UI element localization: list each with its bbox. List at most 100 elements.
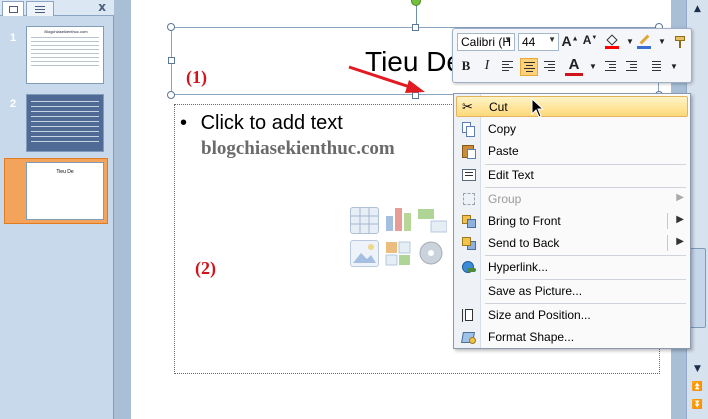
slide-thumbnail-3: Tieu De: [26, 162, 104, 220]
clipart-icon[interactable]: [384, 240, 413, 267]
chevron-down-icon[interactable]: ▼: [665, 58, 683, 76]
split-divider: [667, 235, 668, 251]
body-placeholder-text[interactable]: • Click to add text: [180, 112, 343, 135]
chevron-down-icon: ▼: [548, 35, 556, 44]
align-right-button[interactable]: [541, 58, 559, 76]
slide-number-1: 1: [10, 32, 17, 44]
resize-handle[interactable]: [412, 24, 419, 31]
align-center-icon: [524, 62, 535, 74]
font-size-value: 44: [522, 35, 536, 49]
rotation-handle[interactable]: [411, 0, 421, 6]
scissors-icon: ✂: [462, 100, 473, 115]
slide-number-2: 2: [10, 98, 17, 110]
fill-color-button[interactable]: [603, 33, 621, 51]
increase-indent-button[interactable]: [623, 58, 641, 76]
format-shape-icon: [461, 330, 477, 345]
submenu-arrow-icon[interactable]: ▶: [676, 214, 684, 225]
pencil-icon: [637, 34, 651, 49]
annotation-label-1: (1): [186, 67, 207, 87]
menu-separator: [485, 187, 686, 188]
next-slide-button[interactable]: ⏬: [689, 398, 706, 412]
submenu-arrow-icon: ▶: [676, 192, 684, 203]
menu-item-copy[interactable]: Copy: [456, 119, 688, 140]
submenu-arrow-icon[interactable]: ▶: [676, 236, 684, 247]
increase-indent-icon: [626, 61, 637, 73]
pane-tabs: x: [0, 0, 114, 16]
menu-item-paste[interactable]: Paste: [456, 141, 688, 162]
edit-text-icon: [461, 168, 477, 183]
bold-button[interactable]: B: [457, 58, 475, 76]
grow-font-button[interactable]: A▲: [561, 33, 579, 51]
slide-thumbnail-title: Tieu De: [56, 169, 74, 175]
line-color-button[interactable]: [635, 33, 653, 51]
size-position-icon: [461, 308, 477, 323]
menu-item-hyperlink[interactable]: Hyperlink...: [456, 257, 688, 278]
align-left-button[interactable]: [499, 58, 517, 76]
chevron-down-icon[interactable]: ▼: [653, 33, 671, 51]
shrink-font-button[interactable]: A▼: [581, 33, 599, 51]
group-icon: [461, 192, 477, 207]
paint-bucket-icon: [605, 34, 619, 49]
align-center-button[interactable]: [520, 58, 538, 76]
bring-front-icon: [461, 214, 477, 229]
slide-thumbnail-title: Blogchiasekienthuc.com: [44, 29, 88, 34]
format-painter-icon[interactable]: [671, 33, 689, 51]
bullets-button[interactable]: [646, 58, 664, 76]
bullet: •: [180, 112, 188, 134]
media-icon[interactable]: [418, 240, 447, 267]
align-left-icon: [502, 61, 513, 73]
slide-thumbnail-3-selected[interactable]: Tieu De: [4, 158, 108, 224]
click-to-add-text: Click to add text: [200, 112, 343, 134]
menu-separator: [485, 279, 686, 280]
mouse-pointer-icon: [531, 98, 545, 118]
menu-item-save-as-picture[interactable]: Save as Picture...: [456, 281, 688, 302]
slides-tab[interactable]: [2, 1, 24, 16]
menu-item-edit-text[interactable]: Edit Text: [456, 165, 688, 186]
menu-separator: [485, 255, 686, 256]
decrease-indent-button[interactable]: [602, 58, 620, 76]
slide-thumbnail-2[interactable]: [26, 94, 104, 152]
menu-item-cut[interactable]: ✂ Cut: [456, 96, 688, 117]
slides-pane: x 1 Blogchiasekienthuc.com 2 3 Tieu De: [0, 0, 114, 419]
chevron-down-icon: ▼: [504, 35, 512, 44]
send-back-icon: [461, 236, 477, 251]
scroll-down-button[interactable]: ▼: [689, 362, 706, 376]
bullets-icon: [649, 61, 661, 73]
menu-separator: [485, 303, 686, 304]
split-divider: [667, 213, 668, 229]
italic-button[interactable]: I: [478, 58, 496, 76]
resize-handle[interactable]: [168, 57, 175, 64]
close-pane-icon[interactable]: x: [98, 0, 106, 15]
slide-icon: [8, 5, 18, 13]
context-menu: ✂ Cut Copy Paste Edit Text Group ▶ Bring…: [453, 93, 691, 349]
menu-item-format-shape[interactable]: Format Shape...: [456, 327, 688, 348]
chevron-down-icon[interactable]: ▼: [584, 58, 602, 76]
chart-icon[interactable]: [384, 204, 413, 231]
outline-tab[interactable]: [26, 1, 54, 16]
scroll-up-button[interactable]: ▲: [689, 2, 706, 16]
resize-handle[interactable]: [167, 91, 175, 99]
scroll-thumb[interactable]: [689, 248, 706, 328]
paste-icon: [461, 144, 477, 159]
table-icon[interactable]: [350, 207, 379, 234]
font-color-button[interactable]: A: [565, 57, 583, 76]
red-arrow-icon: [348, 65, 425, 93]
decrease-indent-icon: [605, 61, 616, 73]
annotation-label-2: (2): [195, 258, 216, 278]
menu-item-size-and-position[interactable]: Size and Position...: [456, 305, 688, 326]
font-size-dropdown[interactable]: 44 ▼: [518, 33, 559, 51]
previous-slide-button[interactable]: ⏫: [689, 380, 706, 394]
menu-item-send-to-back[interactable]: Send to Back ▶: [456, 233, 688, 254]
mini-toolbar: Calibri (H ▼ 44 ▼ A▲ A▼ ▼ ▼ B I A ▼ ▼: [452, 28, 692, 83]
font-name-dropdown[interactable]: Calibri (H ▼: [457, 33, 515, 51]
watermark: blogchiasekienthuc.com: [201, 138, 395, 159]
picture-icon[interactable]: [350, 240, 379, 267]
smartart-icon[interactable]: [418, 207, 448, 234]
hyperlink-icon: [461, 260, 477, 275]
resize-handle[interactable]: [167, 23, 175, 31]
copy-icon: [461, 122, 477, 137]
menu-item-bring-to-front[interactable]: Bring to Front ▶: [456, 211, 688, 232]
slide-thumbnail-1[interactable]: Blogchiasekienthuc.com: [26, 26, 104, 84]
menu-item-group: Group ▶: [456, 189, 688, 210]
align-right-icon: [544, 61, 555, 73]
